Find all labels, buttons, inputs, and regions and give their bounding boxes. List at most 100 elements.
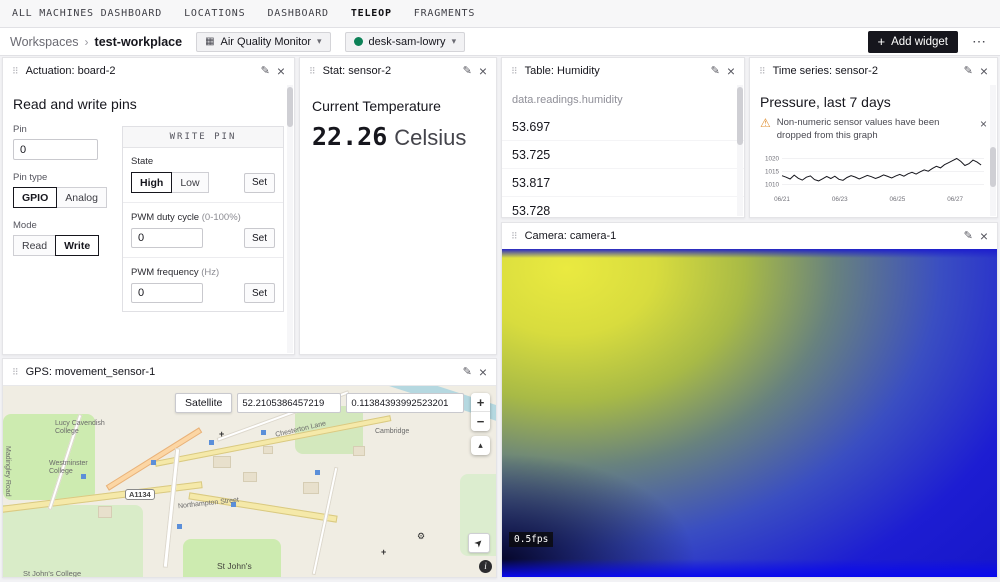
- scrollbar[interactable]: [287, 85, 293, 353]
- edit-widget-icon[interactable]: ✎: [964, 231, 973, 242]
- widget-camera-1: ⠿ Camera: camera-1 ✎ × 0.5fps: [501, 222, 998, 578]
- svg-text:06/25: 06/25: [890, 196, 906, 203]
- map-marker: [177, 524, 182, 529]
- mode-write-button[interactable]: Write: [55, 235, 99, 256]
- drag-handle-icon[interactable]: ⠿: [309, 67, 316, 76]
- latitude-input[interactable]: [237, 393, 341, 413]
- pwm-frequency-hint: (Hz): [201, 267, 219, 278]
- widget-title: Table: Humidity: [525, 65, 600, 77]
- set-state-button[interactable]: Set: [244, 173, 275, 193]
- table-row: 53.817: [502, 168, 744, 196]
- state-high-button[interactable]: High: [131, 172, 172, 193]
- machine-selector-label: Air Quality Monitor: [221, 36, 311, 48]
- svg-text:1015: 1015: [765, 168, 780, 175]
- edit-widget-icon[interactable]: ✎: [261, 66, 270, 77]
- add-widget-button[interactable]: + Add widget: [868, 31, 959, 53]
- compass-reset-button[interactable]: ▴: [471, 436, 490, 455]
- overflow-menu-button[interactable]: ⋯: [972, 33, 986, 50]
- stat-heading: Current Temperature: [312, 98, 484, 114]
- map-label: Westminster College: [49, 460, 111, 476]
- nav-item-locations[interactable]: LOCATIONS: [184, 8, 245, 19]
- locate-button[interactable]: ➤: [468, 533, 490, 553]
- widget-table-humidity: ⠿ Table: Humidity ✎ × data.readings.humi…: [501, 57, 745, 218]
- set-pwm-frequency-button[interactable]: Set: [244, 283, 275, 303]
- dismiss-warning-icon[interactable]: ×: [980, 117, 987, 131]
- nav-item-all-machines-dashboard[interactable]: ALL MACHINES DASHBOARD: [12, 8, 162, 19]
- machine-icon: ▦: [205, 37, 214, 47]
- pin-type-gpio-button[interactable]: GPIO: [13, 187, 57, 208]
- edit-widget-icon[interactable]: ✎: [463, 367, 472, 378]
- pin-input[interactable]: [13, 139, 98, 160]
- scrollbar[interactable]: [737, 85, 743, 216]
- actuation-content: Read and write pins Pin Pin type GPIO An…: [3, 96, 294, 312]
- pin-label: Pin: [13, 124, 112, 135]
- chart-warning-banner: ⚠ Non-numeric sensor values have been dr…: [760, 117, 987, 143]
- pwm-duty-input[interactable]: [131, 228, 203, 248]
- edit-widget-icon[interactable]: ✎: [463, 66, 472, 77]
- map-info-button[interactable]: i: [479, 560, 492, 573]
- widget-title: GPS: movement_sensor-1: [26, 366, 156, 378]
- write-pin-panel: WRITE PIN State High Low Set: [122, 126, 284, 312]
- close-widget-icon[interactable]: ×: [277, 64, 285, 78]
- stat-unit: Celsius: [394, 125, 466, 151]
- map-label: Cambridge: [375, 428, 409, 436]
- state-toggle: High Low: [131, 172, 209, 193]
- widget-title: Actuation: board-2: [26, 65, 116, 77]
- widget-stat-sensor-2: ⠿ Stat: sensor-2 ✎ × Current Temperature…: [299, 57, 497, 355]
- plus-icon: +: [878, 35, 886, 48]
- map-label: Northampton Street: [178, 497, 240, 511]
- set-pwm-duty-button[interactable]: Set: [244, 228, 275, 248]
- longitude-input[interactable]: [346, 393, 464, 413]
- actuation-heading: Read and write pins: [13, 96, 284, 112]
- state-low-button[interactable]: Low: [171, 172, 208, 193]
- breadcrumb-workspaces[interactable]: Workspaces: [10, 35, 79, 49]
- close-widget-icon[interactable]: ×: [479, 365, 487, 379]
- widget-actuation-board-2: ⠿ Actuation: board-2 ✎ × Read and write …: [2, 57, 295, 355]
- widget-title: Stat: sensor-2: [323, 65, 391, 77]
- drag-handle-icon[interactable]: ⠿: [511, 232, 518, 241]
- zoom-out-button[interactable]: −: [471, 412, 490, 431]
- machine-selector-dropdown[interactable]: ▦ Air Quality Monitor ▾: [196, 32, 330, 52]
- camera-video-frame[interactable]: 0.5fps: [502, 249, 997, 577]
- edit-widget-icon[interactable]: ✎: [711, 66, 720, 77]
- map-label: St John's College: [23, 570, 81, 577]
- table-row: 53.725: [502, 140, 744, 168]
- pressure-line-chart: 10101015102006/2106/2306/2506/27: [760, 149, 987, 210]
- pin-type-analog-button[interactable]: Analog: [56, 187, 107, 208]
- drag-handle-icon[interactable]: ⠿: [12, 368, 19, 377]
- drag-handle-icon[interactable]: ⠿: [511, 67, 518, 76]
- widget-timeseries-sensor-2: ⠿ Time series: sensor-2 ✎ × Pressure, la…: [749, 57, 998, 218]
- timeseries-content: Pressure, last 7 days ⚠ Non-numeric sens…: [750, 94, 997, 210]
- write-pin-title: WRITE PIN: [123, 127, 283, 148]
- nav-item-dashboard[interactable]: DASHBOARD: [267, 8, 328, 19]
- edit-widget-icon[interactable]: ✎: [964, 66, 973, 77]
- map-marker: [315, 470, 320, 475]
- navigation-arrow-icon: ➤: [472, 536, 486, 550]
- close-widget-icon[interactable]: ×: [727, 64, 735, 78]
- table-column-header: data.readings.humidity: [502, 84, 744, 113]
- top-nav: ALL MACHINES DASHBOARD LOCATIONS DASHBOA…: [0, 0, 1000, 28]
- drag-handle-icon[interactable]: ⠿: [12, 67, 19, 76]
- close-widget-icon[interactable]: ×: [479, 64, 487, 78]
- map-canvas[interactable]: + + ⚙ Lucy Cavendish College Westminster…: [3, 385, 496, 577]
- zoom-in-button[interactable]: +: [471, 393, 490, 412]
- part-selector-dropdown[interactable]: desk-sam-lowry ▾: [345, 32, 466, 52]
- breadcrumb-current-workspace: test-workplace: [95, 35, 183, 49]
- map-building: [263, 446, 273, 454]
- pwm-frequency-input[interactable]: [131, 283, 203, 303]
- map-toolbar: Satellite: [175, 393, 464, 413]
- drag-handle-icon[interactable]: ⠿: [759, 67, 766, 76]
- svg-text:06/27: 06/27: [947, 196, 963, 203]
- satellite-toggle-button[interactable]: Satellite: [175, 393, 232, 413]
- nav-item-fragments[interactable]: FRAGMENTS: [414, 8, 475, 19]
- map-marker: [209, 440, 214, 445]
- fps-badge: 0.5fps: [509, 532, 553, 547]
- breadcrumb-separator-icon: ›: [85, 35, 89, 49]
- nav-item-teleop[interactable]: TELEOP: [351, 8, 392, 19]
- scrollbar[interactable]: [990, 85, 996, 216]
- stat-value: 22.26: [312, 122, 387, 151]
- close-widget-icon[interactable]: ×: [980, 64, 988, 78]
- mode-read-button[interactable]: Read: [13, 235, 56, 256]
- close-widget-icon[interactable]: ×: [980, 229, 988, 243]
- mode-toggle: Read Write: [13, 235, 112, 256]
